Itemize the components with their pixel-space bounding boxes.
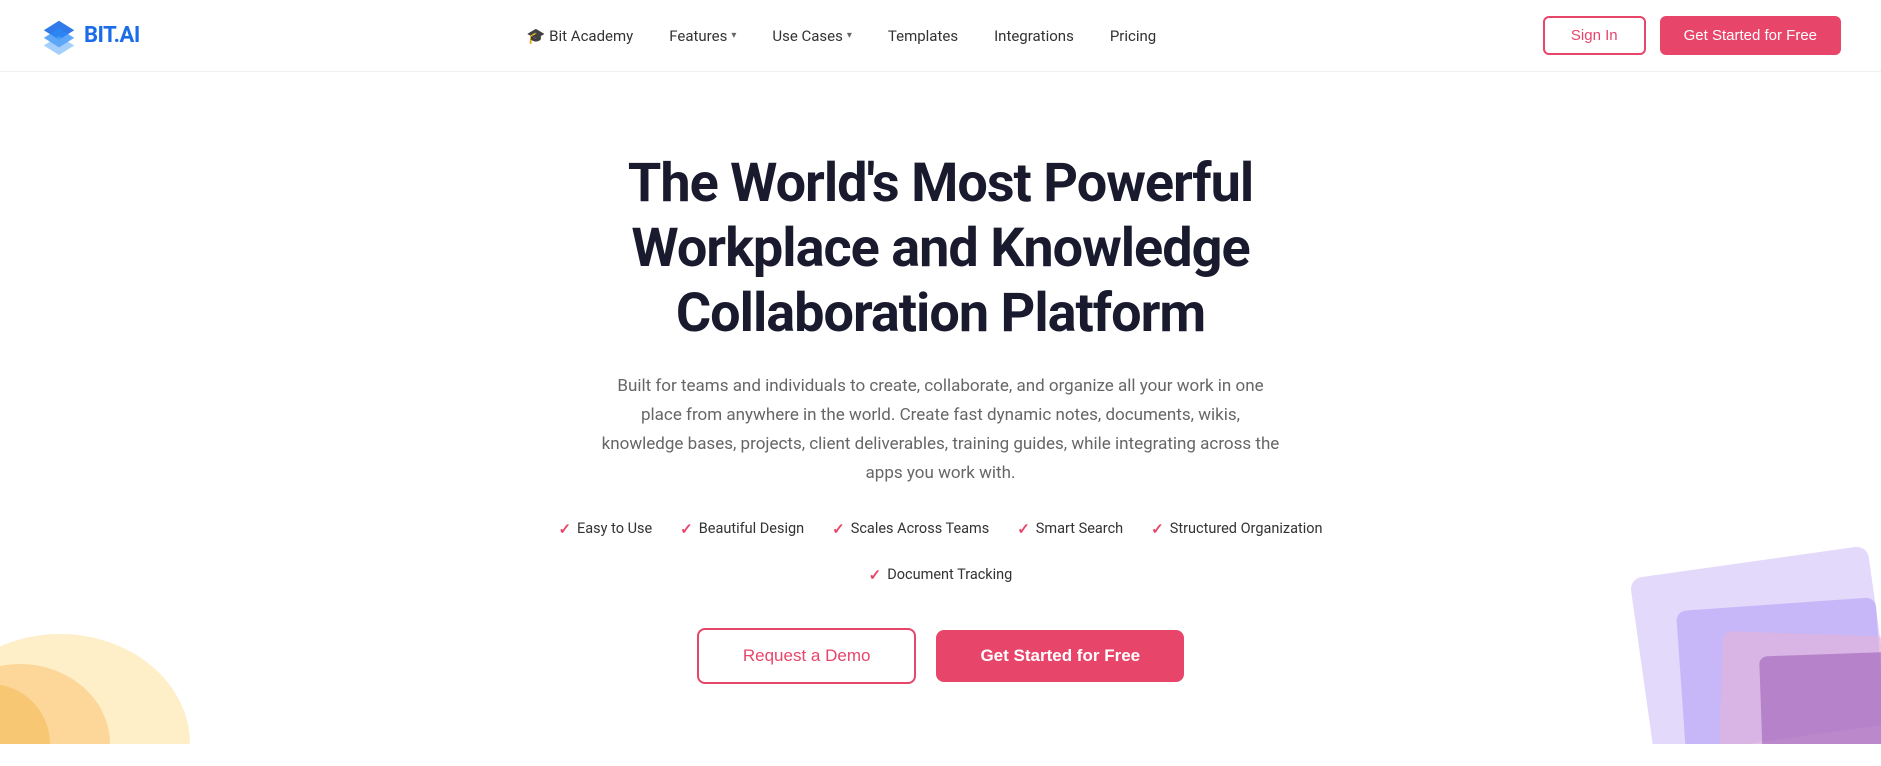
logo-icon [40, 17, 78, 55]
feature-structured-organization: ✓ Structured Organization [1151, 520, 1322, 538]
use-cases-chevron-icon: ▾ [847, 30, 852, 41]
nav-pricing[interactable]: Pricing [1110, 27, 1156, 45]
navbar-actions: Sign In Get Started for Free [1543, 16, 1841, 55]
nav-bit-academy[interactable]: 🎓 Bit Academy [526, 27, 633, 45]
logo-bit: BIT [84, 23, 114, 48]
hero-title-line1: The World's Most Powerful [628, 152, 1253, 215]
hero-subtitle: Built for teams and individuals to creat… [601, 372, 1281, 488]
check-icon-6: ✓ [869, 566, 882, 584]
nav-use-cases[interactable]: Use Cases ▾ [772, 27, 852, 45]
logo-ai: .AI [114, 23, 140, 48]
feature-scales-across-teams: ✓ Scales Across Teams [832, 520, 989, 538]
signin-button[interactable]: Sign In [1543, 16, 1646, 55]
hero-title: The World's Most Powerful Workplace and … [511, 152, 1371, 346]
nav-integrations[interactable]: Integrations [994, 27, 1074, 45]
nav-integrations-label: Integrations [994, 27, 1074, 45]
check-icon-2: ✓ [680, 520, 693, 538]
feature-label-3: Scales Across Teams [851, 520, 989, 537]
check-icon-4: ✓ [1017, 520, 1030, 538]
get-started-nav-button[interactable]: Get Started for Free [1660, 16, 1841, 55]
request-demo-button[interactable]: Request a Demo [697, 628, 917, 684]
feature-label-6: Document Tracking [887, 566, 1012, 583]
feature-label-4: Smart Search [1036, 520, 1123, 537]
hero-cta: Request a Demo Get Started for Free [511, 628, 1371, 684]
feature-beautiful-design: ✓ Beautiful Design [680, 520, 804, 538]
feature-smart-search: ✓ Smart Search [1017, 520, 1123, 538]
feature-label-5: Structured Organization [1170, 520, 1323, 537]
nav-bit-academy-label: Bit Academy [549, 27, 633, 45]
hero-title-line2: Workplace and Knowledge Collaboration Pl… [631, 217, 1249, 345]
nav-features[interactable]: Features ▾ [669, 27, 736, 45]
feature-easy-to-use: ✓ Easy to Use [558, 520, 652, 538]
features-chevron-icon: ▾ [731, 30, 736, 41]
nav-pricing-label: Pricing [1110, 27, 1156, 45]
check-icon-3: ✓ [832, 520, 845, 538]
check-icon-5: ✓ [1151, 520, 1164, 538]
nav-templates-label: Templates [888, 27, 958, 45]
features-list: ✓ Easy to Use ✓ Beautiful Design ✓ Scale… [511, 520, 1371, 584]
check-icon-1: ✓ [558, 520, 571, 538]
nav-features-label: Features [669, 27, 727, 45]
academy-icon: 🎓 [526, 27, 545, 45]
feature-label-2: Beautiful Design [699, 520, 804, 537]
bg-decoration-right [1581, 544, 1881, 744]
get-started-hero-button[interactable]: Get Started for Free [936, 630, 1184, 682]
navbar-nav: 🎓 Bit Academy Features ▾ Use Cases ▾ Tem… [526, 27, 1156, 45]
hero-content: The World's Most Powerful Workplace and … [511, 152, 1371, 684]
nav-templates[interactable]: Templates [888, 27, 958, 45]
logo[interactable]: BIT.AI [40, 17, 140, 55]
nav-use-cases-label: Use Cases [772, 27, 843, 45]
hero-section: The World's Most Powerful Workplace and … [0, 72, 1881, 744]
feature-label-1: Easy to Use [577, 520, 652, 537]
bg-decoration-left [0, 544, 220, 744]
navbar: BIT.AI 🎓 Bit Academy Features ▾ Use Case… [0, 0, 1881, 72]
logo-text: BIT.AI [84, 23, 140, 48]
feature-document-tracking: ✓ Document Tracking [869, 566, 1013, 584]
